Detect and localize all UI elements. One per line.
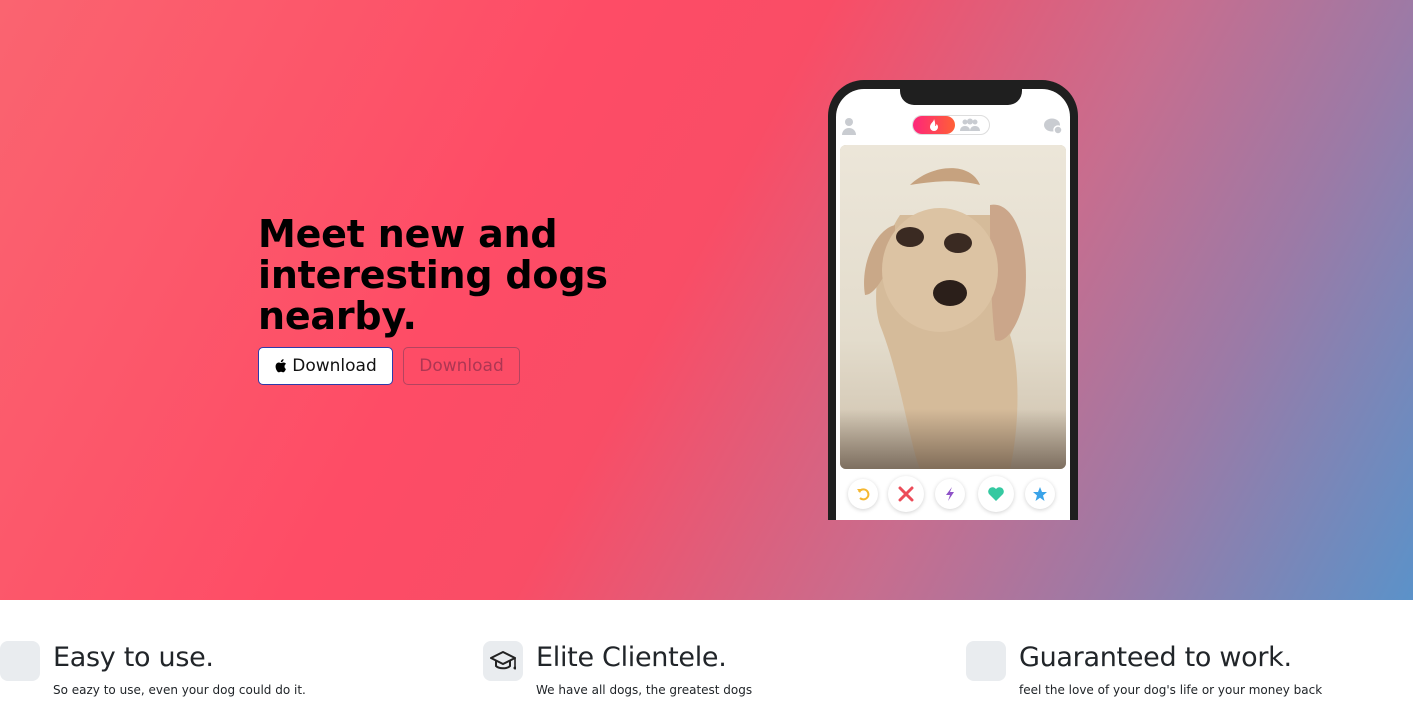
- feature-text: feel the love of your dog's life or your…: [1019, 683, 1323, 697]
- feature-icon-elite: [483, 641, 523, 681]
- nope-button[interactable]: [888, 476, 924, 512]
- feature-text: So eazy to use, even your dog could do i…: [53, 683, 306, 697]
- toggle-active: [913, 116, 955, 134]
- like-icon: [988, 487, 1004, 501]
- rewind-button[interactable]: [848, 479, 878, 509]
- profile-icon[interactable]: [842, 117, 856, 135]
- phone-notch: [900, 89, 1022, 105]
- phone-screen: [836, 89, 1070, 520]
- super-like-icon: [1033, 487, 1047, 501]
- app-store-download-label: Download: [292, 356, 377, 376]
- feature-text: We have all dogs, the greatest dogs: [536, 683, 753, 697]
- feature-elite: Elite Clientele. We have all dogs, the g…: [483, 640, 923, 710]
- messages-icon[interactable]: [1043, 117, 1063, 135]
- hero-title: Meet new and interesting dogs nearby.: [258, 212, 608, 338]
- feature-title: Easy to use.: [53, 642, 214, 673]
- flame-icon: [930, 118, 938, 131]
- apple-icon: [275, 359, 287, 373]
- nope-icon: [898, 486, 914, 502]
- feature-guaranteed: Guaranteed to work. feel the love of you…: [966, 640, 1406, 710]
- feature-title: Elite Clientele.: [536, 642, 727, 673]
- group-icon: [960, 118, 980, 131]
- feature-easy: Easy to use. So eazy to use, even your d…: [0, 640, 420, 710]
- boost-icon: [946, 487, 954, 501]
- hero-section: Meet new and interesting dogs nearby. Do…: [0, 0, 1413, 600]
- feature-icon-guaranteed: [966, 641, 1006, 681]
- feature-icon-easy: [0, 641, 40, 681]
- rewind-icon: [857, 488, 870, 501]
- feature-title: Guaranteed to work.: [1019, 642, 1292, 673]
- discover-toggle[interactable]: [912, 115, 990, 135]
- photo-shade: [840, 409, 1066, 469]
- app-store-download-button[interactable]: Download: [258, 347, 393, 385]
- dog-photo[interactable]: [840, 145, 1066, 469]
- swipe-actions: [836, 476, 1070, 515]
- play-store-download-label: Download: [419, 356, 504, 376]
- boost-button[interactable]: [935, 479, 965, 509]
- play-store-download-button[interactable]: Download: [403, 347, 520, 385]
- like-button[interactable]: [978, 476, 1014, 512]
- graduation-cap-icon: [490, 651, 516, 670]
- super-like-button[interactable]: [1025, 479, 1055, 509]
- phone-mockup: [828, 80, 1078, 520]
